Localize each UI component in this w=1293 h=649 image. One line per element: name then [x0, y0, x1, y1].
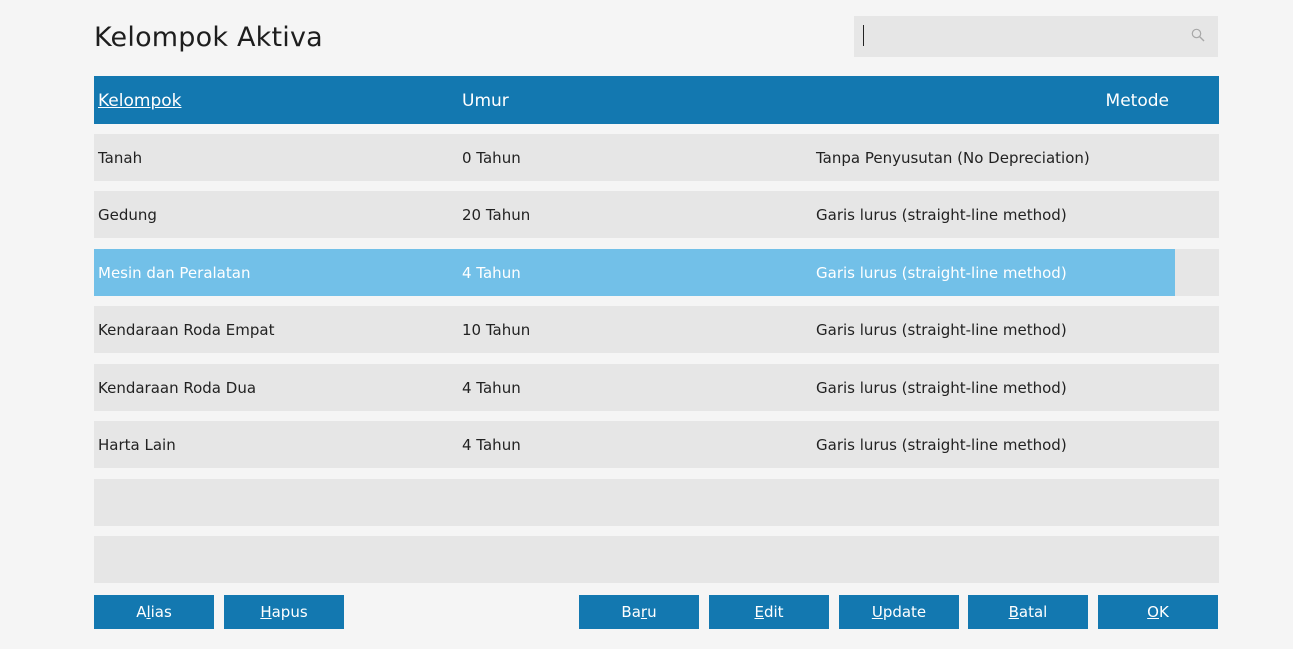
cell-kelompok: Tanah	[98, 149, 143, 167]
page-title: Kelompok Aktiva	[94, 22, 323, 53]
table-header: Kelompok Umur Metode	[94, 76, 1219, 124]
cell-umur: 4 Tahun	[462, 379, 521, 397]
ok-button[interactable]: OK	[1098, 595, 1218, 629]
cell-metode: Garis lurus (straight-line method)	[816, 436, 1067, 454]
table-row[interactable]: Kendaraan Roda Dua 4 Tahun Garis lurus (…	[94, 364, 1219, 411]
cell-umur: 20 Tahun	[462, 206, 531, 224]
baru-button[interactable]: Baru	[579, 595, 699, 629]
baru-label-a: Ba	[621, 603, 641, 621]
ok-label-mnemonic: O	[1147, 603, 1159, 621]
table-row[interactable]: Tanah 0 Tahun Tanpa Penyusutan (No Depre…	[94, 134, 1219, 181]
batal-label-rest: atal	[1018, 603, 1048, 621]
cell-metode: Garis lurus (straight-line method)	[816, 264, 1067, 282]
search-input[interactable]	[860, 20, 1182, 53]
update-button[interactable]: Update	[839, 595, 959, 629]
edit-label-mnemonic: E	[754, 603, 764, 621]
alias-button[interactable]: Alias	[94, 595, 214, 629]
cell-kelompok: Kendaraan Roda Dua	[98, 379, 257, 397]
cell-metode: Garis lurus (straight-line method)	[816, 321, 1067, 339]
batal-button[interactable]: Batal	[968, 595, 1088, 629]
edit-button[interactable]: Edit	[709, 595, 829, 629]
kelompok-aktiva-window: Kelompok Aktiva Kelompok Umur Metode Tan…	[0, 0, 1293, 649]
update-label-rest: pdate	[882, 603, 927, 621]
column-header-umur[interactable]: Umur	[462, 91, 509, 111]
search-box[interactable]	[854, 16, 1218, 57]
cell-metode: Garis lurus (straight-line method)	[816, 206, 1067, 224]
hapus-label-mnemonic: H	[260, 603, 272, 621]
alias-label-a: A	[136, 603, 147, 621]
cell-metode: Tanpa Penyusutan (No Depreciation)	[816, 149, 1090, 167]
baru-label-rest: u	[647, 603, 657, 621]
cell-umur: 4 Tahun	[462, 436, 521, 454]
cell-kelompok: Kendaraan Roda Empat	[98, 321, 275, 339]
table-row-empty[interactable]	[94, 536, 1219, 583]
table-row[interactable]: Gedung 20 Tahun Garis lurus (straight-li…	[94, 191, 1219, 238]
text-caret	[863, 25, 864, 46]
cell-umur: 10 Tahun	[462, 321, 531, 339]
cell-kelompok: Mesin dan Peralatan	[98, 264, 251, 282]
alias-label-rest: ias	[150, 603, 172, 621]
cell-umur: 4 Tahun	[462, 264, 521, 282]
edit-label-rest: dit	[763, 603, 784, 621]
hapus-label-rest: apus	[271, 603, 308, 621]
column-header-kelompok[interactable]: Kelompok	[98, 91, 181, 111]
table-row-selected[interactable]: Mesin dan Peralatan 4 Tahun Garis lurus …	[94, 249, 1219, 296]
table-row-empty[interactable]	[94, 479, 1219, 526]
cell-umur: 0 Tahun	[462, 149, 521, 167]
hapus-button[interactable]: Hapus	[224, 595, 344, 629]
column-header-metode[interactable]: Metode	[1106, 91, 1169, 111]
cell-kelompok: Gedung	[98, 206, 157, 224]
cell-kelompok: Harta Lain	[98, 436, 176, 454]
table-row[interactable]: Harta Lain 4 Tahun Garis lurus (straight…	[94, 421, 1219, 468]
batal-label-mnemonic: B	[1008, 603, 1019, 621]
cell-metode: Garis lurus (straight-line method)	[816, 379, 1067, 397]
table-row[interactable]: Kendaraan Roda Empat 10 Tahun Garis luru…	[94, 306, 1219, 353]
update-label-mnemonic: U	[871, 603, 883, 621]
search-icon[interactable]	[1190, 27, 1206, 43]
ok-label-rest: K	[1158, 603, 1169, 621]
